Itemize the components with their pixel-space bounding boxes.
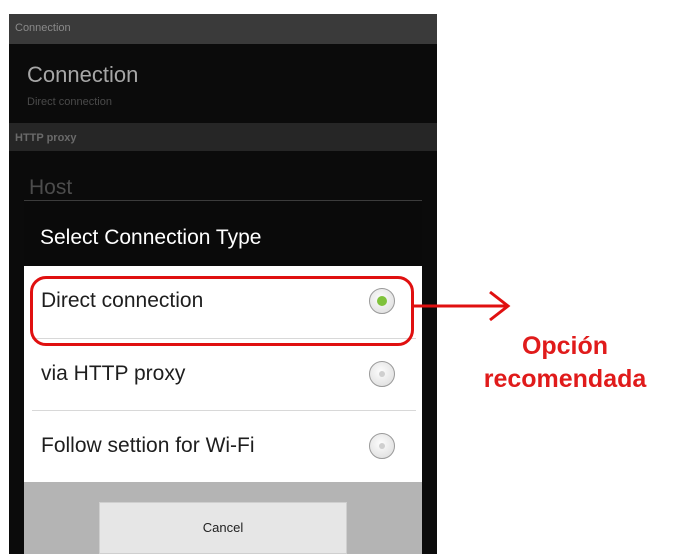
arrow-right-icon bbox=[414, 290, 511, 322]
option-follow-wifi[interactable]: Follow settion for Wi-Fi bbox=[24, 411, 422, 481]
annotation-line-2: recomendada bbox=[483, 365, 647, 393]
annotation-line-1: Opción bbox=[521, 332, 609, 360]
radio-unselected-icon[interactable] bbox=[369, 433, 395, 459]
title-bar-text: Connection bbox=[15, 22, 71, 34]
connection-preference-title: Connection bbox=[27, 62, 139, 87]
connection-preference-summary: Direct connection bbox=[27, 96, 112, 108]
dialog-title: Select Connection Type bbox=[40, 226, 262, 249]
section-header: HTTP proxy bbox=[9, 123, 437, 151]
option-label: via HTTP proxy bbox=[41, 362, 186, 385]
option-label: Follow settion for Wi-Fi bbox=[41, 434, 255, 457]
section-header-text: HTTP proxy bbox=[15, 132, 77, 144]
title-bar: Connection bbox=[9, 14, 437, 44]
option-http-proxy[interactable]: via HTTP proxy bbox=[24, 339, 422, 409]
cancel-button[interactable]: Cancel bbox=[99, 502, 347, 554]
radio-unselected-icon[interactable] bbox=[369, 361, 395, 387]
dialog-header: Select Connection Type bbox=[24, 200, 422, 267]
select-connection-dialog: Select Connection Type Direct connection… bbox=[24, 200, 422, 554]
recommended-highlight-box bbox=[30, 276, 414, 346]
recommended-annotation: Opción recomendada bbox=[460, 330, 670, 396]
dialog-footer: Cancel bbox=[24, 482, 422, 554]
host-preference-label[interactable]: Host bbox=[29, 176, 72, 200]
